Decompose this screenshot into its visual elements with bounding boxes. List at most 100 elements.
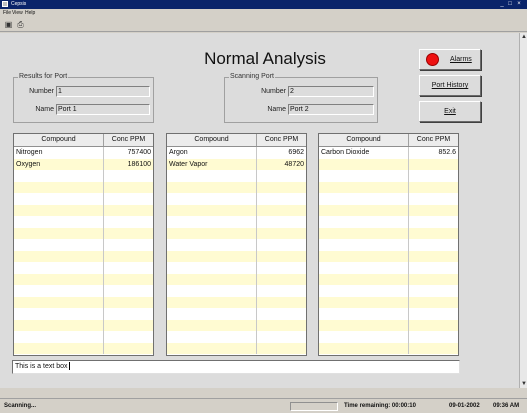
table-row[interactable]	[319, 285, 458, 297]
table-row[interactable]	[14, 308, 153, 320]
compound-cell	[14, 285, 104, 297]
table-row[interactable]	[319, 331, 458, 343]
table-row[interactable]	[167, 216, 306, 228]
compound-column-header[interactable]: Compound	[167, 134, 257, 146]
conc-ppm-column-header[interactable]: Conc PPM	[104, 134, 153, 146]
conc-ppm-column-header[interactable]: Conc PPM	[257, 134, 306, 146]
table-row[interactable]	[167, 204, 306, 216]
table-row[interactable]	[167, 308, 306, 320]
table-row[interactable]	[319, 342, 458, 354]
table-row[interactable]	[14, 227, 153, 239]
conc-ppm-cell	[409, 308, 458, 320]
menu-view[interactable]: View	[12, 10, 23, 17]
compound-table[interactable]: Compound Conc PPM Nitrogen 757400 Oxygen 1861…	[13, 133, 154, 356]
compound-cell	[167, 308, 257, 320]
table-row[interactable]	[319, 296, 458, 308]
print-icon[interactable]: ⎙	[16, 20, 25, 29]
table-row[interactable]	[14, 273, 153, 285]
menu-file[interactable]: File	[3, 10, 11, 17]
menu-bar: File View Help	[0, 9, 527, 18]
compound-column-header[interactable]: Compound	[14, 134, 104, 146]
table-row[interactable]: Argon 6962	[167, 147, 306, 159]
table-row[interactable]	[167, 250, 306, 262]
table-row[interactable]	[319, 308, 458, 320]
compound-cell	[14, 216, 104, 228]
table-row[interactable]	[14, 193, 153, 205]
table-row[interactable]	[14, 250, 153, 262]
text-box[interactable]: This is a text box	[12, 360, 460, 374]
table-row[interactable]	[167, 285, 306, 297]
conc-ppm-cell	[409, 159, 458, 171]
compound-table[interactable]: Compound Conc PPM Argon 6962 Water Vapor 4872…	[166, 133, 307, 356]
menu-help[interactable]: Help	[25, 10, 35, 17]
table-row[interactable]	[167, 319, 306, 331]
table-row[interactable]	[14, 331, 153, 343]
table-row[interactable]	[167, 273, 306, 285]
table-row[interactable]	[167, 181, 306, 194]
table-row[interactable]	[167, 239, 306, 251]
conc-ppm-cell	[104, 262, 153, 274]
table-row[interactable]	[319, 227, 458, 239]
table-row[interactable]	[319, 170, 458, 182]
table-row[interactable]	[319, 193, 458, 205]
save-icon[interactable]: ▣	[4, 20, 13, 29]
table-row[interactable]	[319, 273, 458, 285]
table-row[interactable]	[319, 216, 458, 228]
table-row[interactable]	[14, 170, 153, 182]
alarms-button[interactable]: Alarms	[419, 49, 481, 70]
compound-cell	[167, 227, 257, 239]
vertical-scrollbar[interactable]: ▲ ▼	[519, 33, 527, 388]
conc-ppm-cell: 757400	[127, 149, 151, 156]
table-row[interactable]	[319, 239, 458, 251]
conc-ppm-column-header[interactable]: Conc PPM	[409, 134, 458, 146]
compound-cell	[319, 181, 409, 193]
conc-ppm-cell	[409, 182, 458, 194]
table-row[interactable]	[167, 296, 306, 309]
compound-table[interactable]: Compound Conc PPM Carbon Dioxide 852.6	[318, 133, 459, 356]
table-row[interactable]	[14, 216, 153, 228]
table-row[interactable]	[319, 158, 458, 171]
table-row[interactable]	[167, 227, 306, 239]
table-row[interactable]	[167, 170, 306, 182]
table-row[interactable]: Water Vapor 48720	[167, 158, 306, 170]
compound-cell	[319, 285, 409, 297]
scroll-down-icon[interactable]: ▼	[520, 380, 527, 388]
close-icon[interactable]: ×	[516, 1, 522, 7]
alarm-indicator-icon	[426, 53, 439, 66]
compound-column-header[interactable]: Compound	[319, 134, 409, 146]
exit-button[interactable]: Exit	[419, 101, 481, 122]
table-row[interactable]	[319, 204, 458, 216]
table-row[interactable]	[167, 342, 306, 355]
port-history-button[interactable]: Port History	[419, 75, 481, 96]
table-row[interactable]	[319, 181, 458, 194]
conc-ppm-cell	[257, 182, 306, 194]
table-row[interactable]: Carbon Dioxide 852.6	[319, 147, 458, 159]
scroll-up-icon[interactable]: ▲	[520, 33, 527, 41]
table-row[interactable]	[14, 204, 153, 216]
table-row[interactable]	[14, 296, 153, 308]
conc-ppm-cell	[257, 343, 306, 355]
minimize-icon[interactable]: _	[499, 1, 505, 7]
conc-ppm-cell	[257, 297, 306, 309]
table-row[interactable]: Nitrogen 757400	[14, 147, 153, 159]
table-row[interactable]	[14, 342, 153, 354]
compound-cell	[319, 342, 409, 354]
table-row[interactable]: Oxygen 186100	[14, 158, 153, 170]
table-row[interactable]	[14, 262, 153, 274]
table-row[interactable]	[167, 193, 306, 205]
table-header: Compound Conc PPM	[319, 134, 458, 147]
table-row[interactable]	[14, 285, 153, 297]
maximize-icon[interactable]: □	[507, 1, 513, 7]
table-row[interactable]	[14, 181, 153, 193]
conc-ppm-cell	[257, 285, 306, 297]
table-row[interactable]	[167, 331, 306, 343]
table-row[interactable]	[319, 250, 458, 262]
table-row[interactable]	[319, 319, 458, 331]
table-row[interactable]	[14, 239, 153, 251]
results-name-field: Port 1	[56, 104, 150, 115]
conc-ppm-cell	[104, 285, 153, 297]
table-row[interactable]	[167, 262, 306, 274]
compound-cell	[319, 239, 409, 251]
table-row[interactable]	[319, 262, 458, 274]
table-row[interactable]	[14, 319, 153, 331]
